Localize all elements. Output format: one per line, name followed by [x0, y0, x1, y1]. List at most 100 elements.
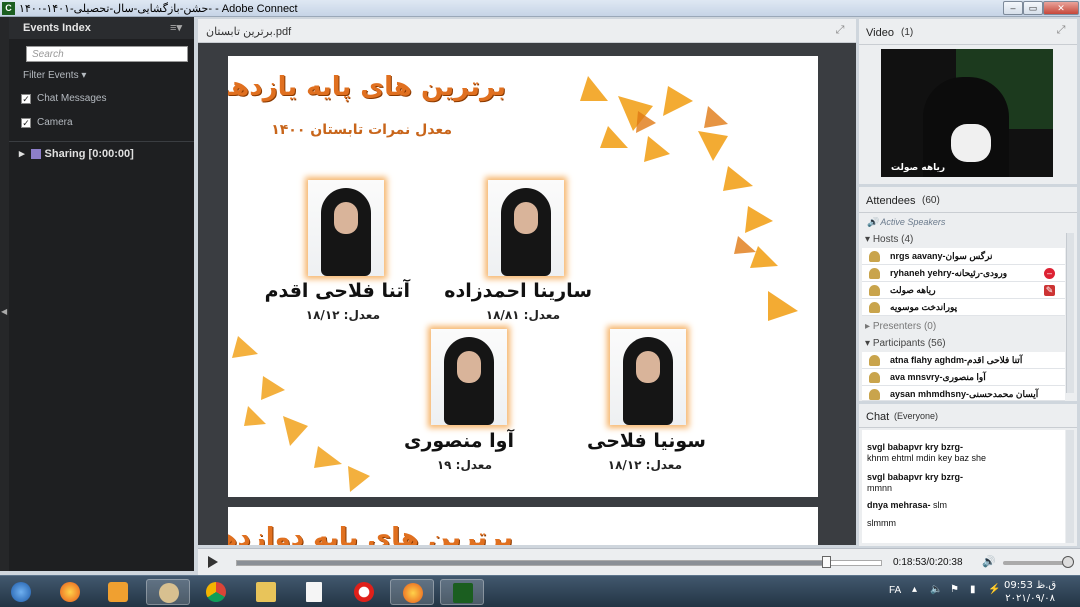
adobe-connect-taskbar-icon[interactable] [440, 579, 484, 605]
video-count: (1) [901, 27, 914, 38]
student-photo [308, 180, 384, 276]
host-icon [869, 251, 880, 262]
presenters-group[interactable]: ▸ Presenters (0) [865, 321, 936, 332]
list-item[interactable]: ava mnsvry-آوا منصوری [862, 369, 1065, 386]
student-name: آوا منصوری [404, 430, 514, 452]
list-item[interactable]: پوراندخت موسویه [862, 299, 1065, 316]
chat-pod: Chat (Everyone) svgl babapvr kry bzrg-kh… [859, 404, 1077, 546]
firefox-icon[interactable] [390, 579, 434, 605]
tray-chevron-icon[interactable]: ▴ [912, 584, 917, 595]
hosts-group[interactable]: ▾ Hosts (4) [865, 234, 913, 245]
divider [9, 141, 194, 142]
taskbar: FA ▴ 🔈 ⚑ ▮ ⚡ ق.ظ 09:53 ۲۰۲۱/۰۹/۰۸ [0, 575, 1080, 607]
student-name: آتنا فلاحی اقدم [264, 280, 410, 302]
camera-feed: ریاهه صولت [881, 49, 1053, 177]
student-average: معدل: ۱۸/۸۱ [485, 308, 560, 322]
student-photo [610, 329, 686, 425]
opera-icon[interactable] [342, 579, 386, 605]
host-icon [869, 285, 880, 296]
list-item[interactable]: nrgs aavany-نرگس سوان [862, 248, 1065, 265]
attendees-header: Attendees (60) [859, 187, 1077, 213]
student-average: معدل: ۱۸/۱۲ [607, 458, 682, 472]
next-slide-preview: برترین های پایه دوازدهم [228, 507, 818, 545]
share-pod-header: برترین تابستان.pdf ⤢ [198, 19, 856, 43]
minimize-button[interactable]: – [1003, 1, 1023, 15]
paint-icon[interactable] [146, 579, 190, 605]
firefox-icon[interactable] [48, 579, 92, 605]
chrome-icon[interactable] [194, 579, 238, 605]
student-average: معدل: ۱۹ [436, 458, 492, 472]
network-icon[interactable]: ▮ [970, 584, 976, 595]
chat-message: slmmm [867, 518, 896, 528]
slide-subtitle: معدل نمرات تابستان ۱۴۰۰ [271, 122, 452, 138]
face-mask [951, 124, 991, 162]
host-icon [869, 302, 880, 313]
chat-title: Chat [866, 411, 890, 423]
chat-scrollbar[interactable] [1066, 430, 1074, 543]
participants-group[interactable]: ▾ Participants (56) [865, 338, 946, 349]
list-item[interactable]: ryhaneh yehry-ورودی-رئیحانه – [862, 265, 1065, 282]
language-indicator[interactable]: FA [889, 585, 901, 596]
participant-icon [869, 355, 880, 366]
chat-message: svgl babapvr kry bzrg-mmnn [867, 472, 964, 493]
student-average: معدل: ۱۸/۱۲ [305, 308, 380, 322]
chat-scope: (Everyone) [894, 411, 939, 421]
document-icon[interactable] [292, 579, 336, 605]
close-button[interactable]: ✕ [1043, 1, 1079, 15]
power-icon[interactable]: ⚡ [988, 584, 1000, 595]
video-pod: Video (1) ⤢ ریاهه صولت [859, 19, 1077, 184]
video-title: Video [866, 27, 894, 39]
student-photo [488, 180, 564, 276]
seek-progress [237, 561, 827, 565]
attendees-count: (60) [922, 195, 940, 206]
seek-handle[interactable] [822, 556, 832, 568]
participant-icon [869, 372, 880, 383]
seek-track[interactable] [236, 556, 882, 568]
list-item[interactable]: ریاهه صولت ✎ [862, 282, 1065, 299]
student-name: سارینا احمدزاده [444, 280, 592, 302]
clock[interactable]: ق.ظ 09:53 ۲۰۲۱/۰۹/۰۸ [1004, 579, 1056, 605]
volume-handle[interactable] [1062, 556, 1074, 568]
start-button[interactable] [4, 579, 40, 605]
events-title: Events Index [23, 22, 91, 34]
autumn-leaves-decoration-bottom [232, 336, 370, 492]
maximize-button[interactable]: ▭ [1023, 1, 1043, 15]
sharing-event-item[interactable]: ▸ Sharing [0:00:00] [19, 147, 134, 160]
menu-icon[interactable]: ≡▾ [170, 21, 182, 34]
adobe-connect-icon: C [2, 2, 15, 15]
share-pod: برترین تابستان.pdf ⤢ برترین های پایه یاز… [198, 19, 856, 545]
window-title: حشن-بازگشایی-سال-تحصیلی-۱۴۰۱-۱۴۰۰- - Ado… [19, 3, 298, 15]
volume-icon[interactable]: 🔊 [982, 555, 996, 568]
panel-collapse-grip[interactable]: ◀ [0, 17, 9, 571]
list-item[interactable]: atna flahy aghdm-آتنا فلاحی اقدم [862, 352, 1065, 369]
slide: برترین های پایه یازدهم معدل نمرات تابستا… [228, 56, 818, 497]
camera-name-label: ریاهه صولت [891, 163, 946, 173]
list-item[interactable]: aysan mhmdhsny-آیسان محمدحسنی [862, 386, 1065, 401]
expand-icon[interactable]: ⤢ [834, 25, 846, 37]
microphone-icon: ✎ [1044, 285, 1055, 296]
status-icon: – [1044, 268, 1055, 279]
video-header: Video (1) ⤢ [859, 19, 1077, 45]
camera-checkbox[interactable]: ✓ [21, 118, 31, 128]
attendees-scrollbar[interactable] [1066, 233, 1074, 393]
search-input[interactable]: Search [26, 46, 188, 62]
expand-icon[interactable]: ⤢ [1055, 25, 1067, 37]
playback-time: 0:18:53/0:20:38 [893, 557, 963, 568]
share-file-name: برترین تابستان.pdf [206, 26, 292, 38]
attendees-pod: Attendees (60) 🔊 Active Speakers ▾ Hosts… [859, 187, 1077, 401]
chevron-left-icon: ◀ [1, 307, 8, 316]
participant-icon [869, 389, 880, 400]
events-header: Events Index ≡▾ [9, 17, 194, 39]
chat-messages: svgl babapvr kry bzrg-khnm ehtml mdin ke… [862, 430, 1065, 543]
flag-icon[interactable]: ⚑ [950, 584, 959, 595]
play-icon[interactable] [208, 556, 218, 568]
camera-label: Camera [37, 117, 73, 128]
host-icon [869, 268, 880, 279]
media-player-icon[interactable] [96, 579, 140, 605]
speaker-icon[interactable]: 🔈 [930, 584, 942, 595]
folder-icon[interactable] [244, 579, 288, 605]
filter-events-dropdown[interactable]: Filter Events ▾ [23, 70, 86, 81]
chat-message: svgl babapvr kry bzrg-khnm ehtml mdin ke… [867, 442, 987, 463]
chat-messages-checkbox[interactable]: ✓ [21, 94, 31, 104]
chat-message: dnya mehrasa- slm [867, 500, 948, 510]
